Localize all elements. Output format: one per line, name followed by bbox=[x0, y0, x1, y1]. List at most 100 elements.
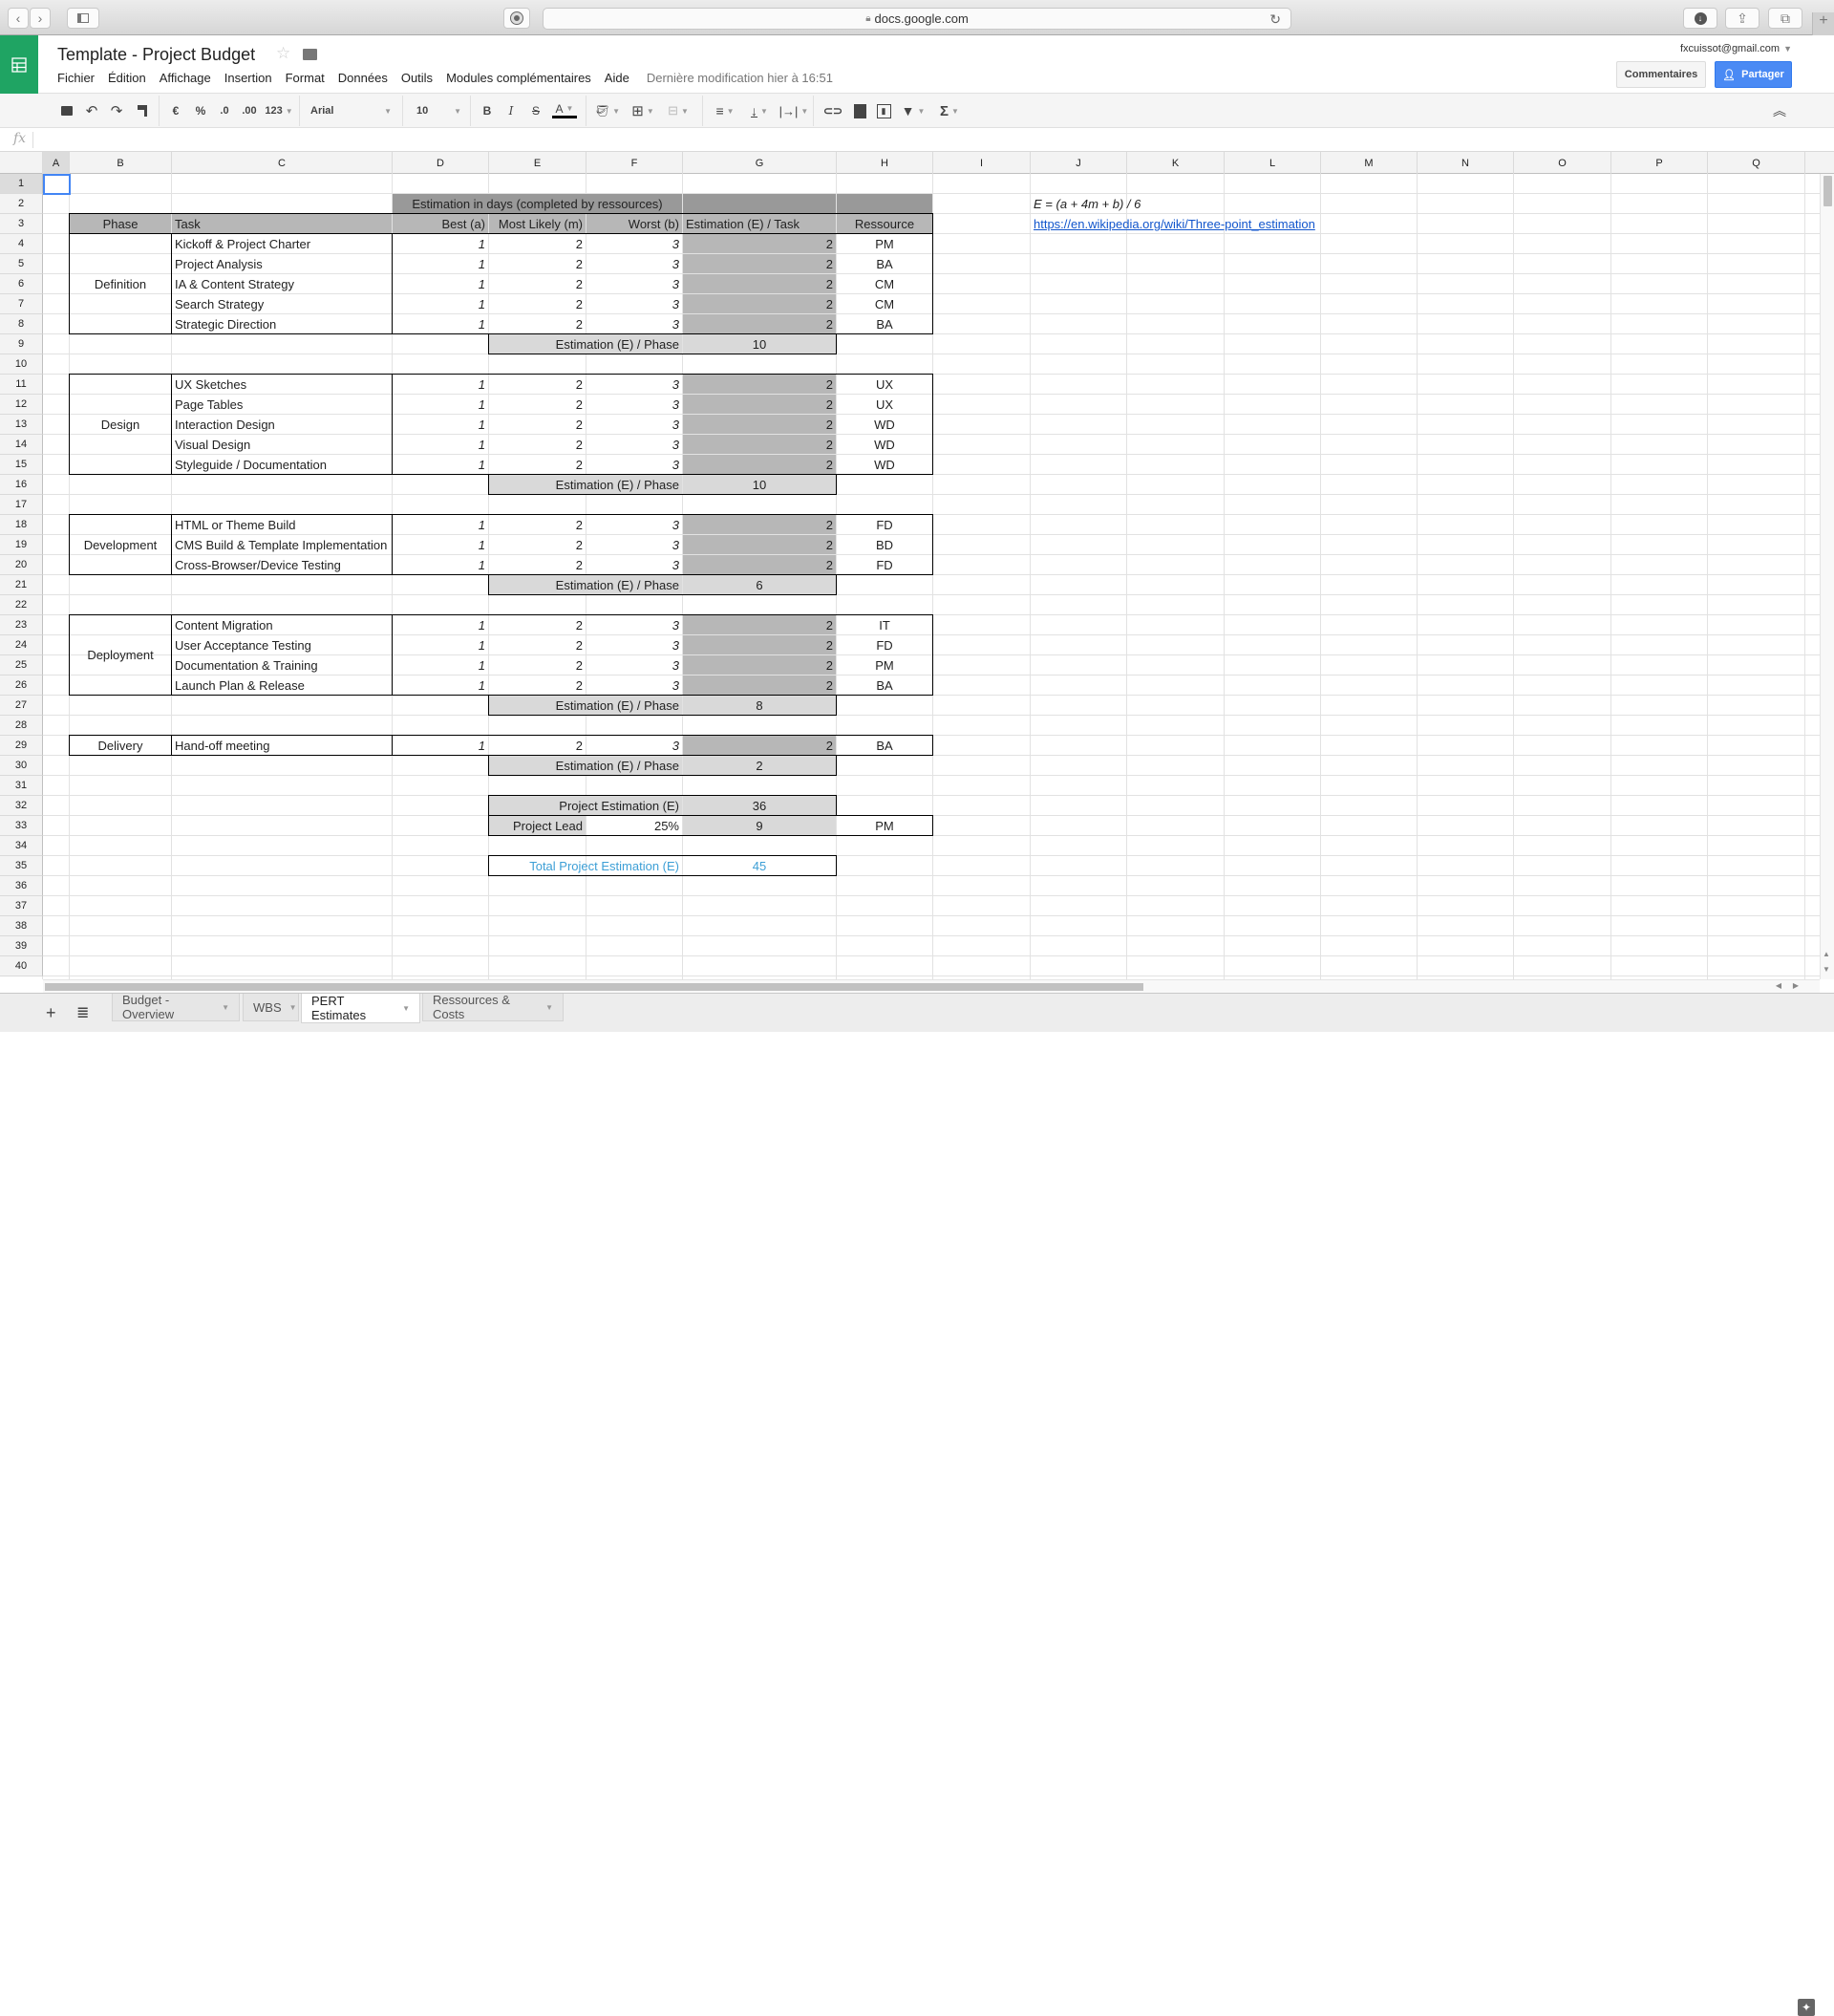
text-color-button[interactable]: A ▼ bbox=[552, 101, 577, 118]
column-header-c[interactable]: C bbox=[172, 152, 393, 174]
row-header-12[interactable]: 12 bbox=[0, 395, 43, 415]
strikethrough-button[interactable]: S bbox=[530, 101, 542, 120]
header-fill-h2[interactable] bbox=[837, 194, 932, 213]
column-header-h[interactable]: H bbox=[837, 152, 933, 174]
row-header-28[interactable]: 28 bbox=[0, 716, 43, 736]
fill-color-button[interactable]: 🪣︎ ▼ bbox=[594, 101, 621, 120]
row-header-36[interactable]: 36 bbox=[0, 876, 43, 896]
row-header-2[interactable]: 2 bbox=[0, 194, 43, 214]
column-header-n[interactable]: N bbox=[1418, 152, 1514, 174]
menu-outils[interactable]: Outils bbox=[401, 71, 433, 85]
italic-button[interactable]: I bbox=[505, 101, 517, 120]
selected-cell-a1[interactable] bbox=[43, 174, 71, 195]
address-bar[interactable]: 🔒︎ docs.google.com ↻ bbox=[543, 8, 1291, 30]
menu-format[interactable]: Format bbox=[286, 71, 325, 85]
column-header-m[interactable]: M bbox=[1321, 152, 1418, 174]
forward-button[interactable]: › bbox=[30, 8, 51, 29]
scroll-left-icon[interactable]: ◀ bbox=[1776, 981, 1781, 990]
formula-note[interactable]: E = (a + 4m + b) / 6 bbox=[1031, 194, 1224, 213]
share-browser-button[interactable]: ⇪ bbox=[1725, 8, 1759, 29]
number-format-dropdown[interactable]: 123 ▼ bbox=[265, 101, 293, 120]
row-header-19[interactable]: 19 bbox=[0, 535, 43, 555]
insert-chart-button[interactable]: ▮ bbox=[875, 101, 892, 120]
vertical-scroll-thumb[interactable] bbox=[1823, 176, 1832, 206]
column-header-e[interactable]: E bbox=[489, 152, 586, 174]
redo-button[interactable]: ↷ bbox=[108, 101, 125, 120]
spreadsheet-grid[interactable]: ABCDEFGHIJKLMNOPQ 1 2 3 4 5 6 7 8 9 10 11 12 13 14 15 1… bbox=[0, 152, 1834, 979]
filter-button[interactable]: ▼ ▼ bbox=[900, 101, 927, 120]
column-header-f[interactable]: F bbox=[586, 152, 683, 174]
row-header-14[interactable]: 14 bbox=[0, 435, 43, 455]
paint-format-button[interactable] bbox=[135, 101, 150, 120]
horizontal-scrollbar[interactable]: ◀ ▶ bbox=[43, 979, 1820, 993]
column-header-d[interactable]: D bbox=[393, 152, 489, 174]
functions-button[interactable]: Σ ▼ bbox=[936, 101, 963, 120]
horizontal-scroll-thumb[interactable] bbox=[45, 983, 1143, 991]
menu-edition[interactable]: Édition bbox=[108, 71, 146, 85]
row-header-18[interactable]: 18 bbox=[0, 515, 43, 535]
new-tab-button[interactable]: + bbox=[1812, 12, 1834, 35]
tab-pert-estimates[interactable]: PERT Estimates ▼ bbox=[301, 994, 420, 1023]
formula-input[interactable] bbox=[38, 128, 1834, 151]
scroll-down-icon[interactable]: ▼ bbox=[1823, 965, 1830, 974]
row-header-39[interactable]: 39 bbox=[0, 936, 43, 956]
menu-aide[interactable]: Aide bbox=[605, 71, 629, 85]
row-header-34[interactable]: 34 bbox=[0, 836, 43, 856]
row-header-26[interactable]: 26 bbox=[0, 676, 43, 696]
menu-donnees[interactable]: Données bbox=[338, 71, 388, 85]
row-header-6[interactable]: 6 bbox=[0, 274, 43, 294]
text-wrap-button[interactable]: |→| ▼ bbox=[778, 101, 809, 120]
row-header-5[interactable]: 5 bbox=[0, 254, 43, 274]
menu-modules[interactable]: Modules complémentaires bbox=[446, 71, 591, 85]
row-header-23[interactable]: 23 bbox=[0, 615, 43, 635]
folder-icon[interactable] bbox=[303, 49, 317, 60]
row-header-8[interactable]: 8 bbox=[0, 314, 43, 334]
row-header-38[interactable]: 38 bbox=[0, 916, 43, 936]
row-header-37[interactable]: 37 bbox=[0, 896, 43, 916]
sheets-logo[interactable] bbox=[0, 35, 38, 94]
row-header-40[interactable]: 40 bbox=[0, 956, 43, 976]
tab-budget-overview[interactable]: Budget - Overview ▼ bbox=[112, 993, 240, 1021]
column-header-g[interactable]: G bbox=[683, 152, 837, 174]
currency-button[interactable]: € bbox=[170, 101, 181, 120]
star-icon[interactable]: ☆ bbox=[276, 44, 290, 63]
tabs-button[interactable]: ⧉ bbox=[1768, 8, 1802, 29]
column-header-o[interactable]: O bbox=[1514, 152, 1611, 174]
tab-ressources-costs[interactable]: Ressources & Costs ▼ bbox=[422, 993, 564, 1021]
menu-insertion[interactable]: Insertion bbox=[224, 71, 272, 85]
comments-button[interactable]: Commentaires bbox=[1616, 61, 1706, 88]
reader-button[interactable] bbox=[503, 8, 530, 29]
vertical-scrollbar[interactable]: ▲ ▼ bbox=[1820, 174, 1834, 979]
column-header-b[interactable]: B bbox=[70, 152, 172, 174]
vertical-align-button[interactable]: ↓ ▼ bbox=[746, 101, 773, 120]
row-header-21[interactable]: 21 bbox=[0, 575, 43, 595]
row-header-35[interactable]: 35 bbox=[0, 856, 43, 876]
row-header-24[interactable]: 24 bbox=[0, 635, 43, 655]
menu-fichier[interactable]: Fichier bbox=[57, 71, 95, 85]
percent-button[interactable]: % bbox=[194, 101, 207, 120]
merge-cells-button[interactable]: ⊟ ▼ bbox=[663, 101, 693, 120]
column-header-a[interactable]: A bbox=[43, 152, 70, 174]
row-header-22[interactable]: 22 bbox=[0, 595, 43, 615]
downloads-button[interactable]: ↓ bbox=[1683, 8, 1717, 29]
scroll-right-icon[interactable]: ▶ bbox=[1793, 981, 1799, 990]
row-header-4[interactable]: 4 bbox=[0, 234, 43, 254]
row-header-32[interactable]: 32 bbox=[0, 796, 43, 816]
wikipedia-link[interactable]: https://en.wikipedia.org/wiki/Three-poin… bbox=[1031, 214, 1320, 233]
borders-button[interactable]: ⊞ ▼ bbox=[629, 101, 656, 120]
column-header-j[interactable]: J bbox=[1031, 152, 1127, 174]
row-header-3[interactable]: 3 bbox=[0, 214, 43, 234]
row-header-15[interactable]: 15 bbox=[0, 455, 43, 475]
back-button[interactable]: ‹ bbox=[8, 8, 29, 29]
column-header-l[interactable]: L bbox=[1225, 152, 1321, 174]
add-sheet-button[interactable]: + bbox=[46, 1003, 56, 1023]
undo-button[interactable]: ↶ bbox=[83, 101, 100, 120]
horizontal-align-button[interactable]: ≡ ▼ bbox=[712, 101, 738, 120]
row-header-17[interactable]: 17 bbox=[0, 495, 43, 515]
group-header-cell[interactable]: Estimation in days (completed by ressour… bbox=[393, 194, 682, 213]
menu-affichage[interactable]: Affichage bbox=[160, 71, 211, 85]
column-header-p[interactable]: P bbox=[1611, 152, 1708, 174]
explore-button[interactable]: ✦ bbox=[1798, 1999, 1815, 2016]
decrease-decimals-button[interactable]: .0 bbox=[217, 101, 232, 120]
row-header-30[interactable]: 30 bbox=[0, 756, 43, 776]
